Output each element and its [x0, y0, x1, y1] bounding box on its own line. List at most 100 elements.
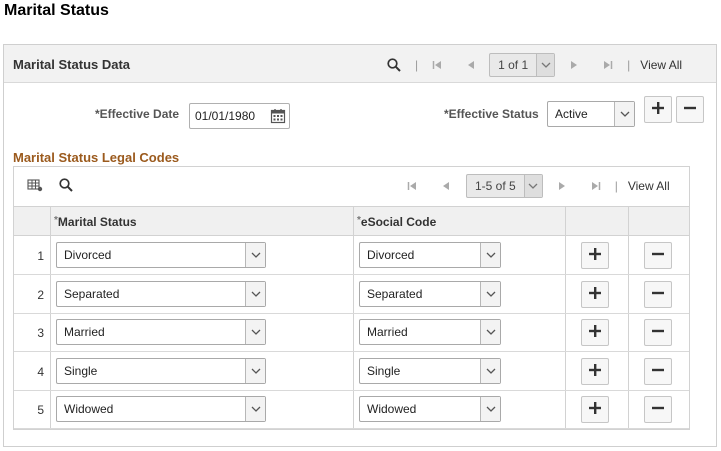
- row-number: 4: [37, 365, 44, 379]
- minus-icon: [684, 102, 696, 117]
- marital-status-select[interactable]: Separated: [56, 281, 266, 307]
- minus-icon: [652, 364, 664, 379]
- grid-toolbar: 1-5 of 5 | View All: [14, 167, 689, 205]
- add-row-button[interactable]: [581, 358, 609, 385]
- esocial-code-value: Married: [367, 325, 408, 339]
- delete-row-button[interactable]: [644, 281, 672, 308]
- effective-status-label: *Effective Status: [444, 107, 539, 121]
- minus-icon: [652, 287, 664, 302]
- chevron-down-icon: [480, 320, 500, 344]
- effective-date-input[interactable]: 01/01/1980: [189, 103, 290, 129]
- calendar-icon[interactable]: [267, 104, 289, 128]
- delete-row-button[interactable]: [676, 96, 704, 123]
- esocial-code-select[interactable]: Widowed: [359, 396, 501, 422]
- esocial-code-value: Widowed: [367, 402, 417, 416]
- effective-date-value: 01/01/1980: [195, 109, 256, 123]
- marital-status-value: Separated: [64, 287, 120, 301]
- grid-nav: 1-5 of 5 | View All: [405, 174, 670, 198]
- separator: |: [627, 58, 631, 72]
- chevron-down-icon: [614, 102, 634, 126]
- marital-status-value: Married: [64, 325, 105, 339]
- chevron-down-icon: [480, 397, 500, 421]
- chevron-down-icon: [245, 243, 265, 267]
- esocial-code-value: Single: [367, 364, 401, 378]
- next-icon[interactable]: [567, 60, 581, 70]
- marital-status-value: Single: [64, 364, 98, 378]
- search-icon[interactable]: [385, 58, 403, 72]
- column-header-esocial-code: *eSocial Code: [357, 215, 436, 229]
- marital-status-value: Divorced: [64, 248, 112, 262]
- delete-row-button[interactable]: [644, 319, 672, 346]
- esocial-code-select[interactable]: Single: [359, 358, 501, 384]
- minus-icon: [652, 325, 664, 340]
- scroll-area-header: Marital Status Data | 1 of 1 | View All: [4, 45, 716, 83]
- row-number: 1: [37, 249, 44, 263]
- chevron-down-icon[interactable]: [523, 175, 542, 197]
- grid-header-row: *Marital Status *eSocial Code: [14, 206, 689, 236]
- previous-icon[interactable]: [464, 60, 478, 70]
- esocial-code-select[interactable]: Married: [359, 319, 501, 345]
- effective-status-value: Active: [555, 107, 588, 121]
- column-header-marital-status-text: Marital Status: [57, 215, 137, 229]
- column-header-marital-status: *Marital Status: [54, 215, 137, 229]
- marital-status-select[interactable]: Single: [56, 358, 266, 384]
- minus-icon: [652, 248, 664, 263]
- grid-page-indicator-text: 1-5 of 5: [475, 179, 516, 193]
- table-row: 1 Divorced Divorced: [14, 237, 689, 275]
- header-nav: | 1 of 1 | View All: [385, 53, 682, 77]
- delete-row-button[interactable]: [644, 242, 672, 269]
- search-icon[interactable]: [59, 178, 73, 195]
- view-all-link[interactable]: View All: [640, 58, 682, 72]
- plus-icon: [589, 402, 601, 417]
- plus-icon: [589, 325, 601, 340]
- chevron-down-icon: [245, 320, 265, 344]
- page-indicator[interactable]: 1 of 1: [489, 53, 556, 77]
- minus-icon: [652, 402, 664, 417]
- last-page-icon[interactable]: [589, 181, 603, 191]
- column-header-esocial-code-text: eSocial Code: [360, 215, 437, 229]
- grid-settings-icon[interactable]: [27, 178, 43, 195]
- delete-row-button[interactable]: [644, 396, 672, 423]
- last-page-icon[interactable]: [601, 60, 615, 70]
- add-row-button[interactable]: [581, 319, 609, 346]
- row-number: 3: [37, 326, 44, 340]
- grid-page-indicator[interactable]: 1-5 of 5: [466, 174, 543, 198]
- add-row-button[interactable]: [581, 242, 609, 269]
- previous-icon[interactable]: [439, 181, 453, 191]
- grid-view-all-link[interactable]: View All: [628, 179, 670, 193]
- esocial-code-select[interactable]: Separated: [359, 281, 501, 307]
- scroll-area-title: Marital Status Data: [13, 57, 131, 72]
- effective-status-select[interactable]: Active: [547, 101, 635, 127]
- row-number: 5: [37, 403, 44, 417]
- add-row-button[interactable]: [644, 96, 672, 123]
- row-number: 2: [37, 288, 44, 302]
- esocial-code-select[interactable]: Divorced: [359, 242, 501, 268]
- separator: |: [614, 179, 618, 193]
- page-title: Marital Status: [4, 2, 109, 19]
- esocial-code-value: Separated: [367, 287, 423, 301]
- separator: |: [415, 58, 419, 72]
- chevron-down-icon: [245, 282, 265, 306]
- marital-status-select[interactable]: Married: [56, 319, 266, 345]
- marital-status-data-box: Marital Status Data | 1 of 1 | View All …: [3, 44, 717, 447]
- next-icon[interactable]: [555, 181, 569, 191]
- delete-row-button[interactable]: [644, 358, 672, 385]
- first-page-icon[interactable]: [430, 60, 444, 70]
- chevron-down-icon: [480, 282, 500, 306]
- table-row: 5 Widowed Widowed: [14, 391, 689, 429]
- first-page-icon[interactable]: [405, 181, 419, 191]
- marital-status-value: Widowed: [64, 402, 114, 416]
- table-row: 3 Married Married: [14, 314, 689, 352]
- plus-icon: [589, 287, 601, 302]
- table-row: 2 Separated Separated: [14, 276, 689, 314]
- page-indicator-text: 1 of 1: [498, 58, 529, 72]
- chevron-down-icon[interactable]: [536, 54, 555, 76]
- chevron-down-icon: [245, 397, 265, 421]
- add-row-button[interactable]: [581, 281, 609, 308]
- legal-codes-section-title: Marital Status Legal Codes: [13, 150, 180, 165]
- effective-date-label: *Effective Date: [95, 107, 180, 121]
- marital-status-select[interactable]: Divorced: [56, 242, 266, 268]
- add-row-button[interactable]: [581, 396, 609, 423]
- marital-status-select[interactable]: Widowed: [56, 396, 266, 422]
- chevron-down-icon: [480, 243, 500, 267]
